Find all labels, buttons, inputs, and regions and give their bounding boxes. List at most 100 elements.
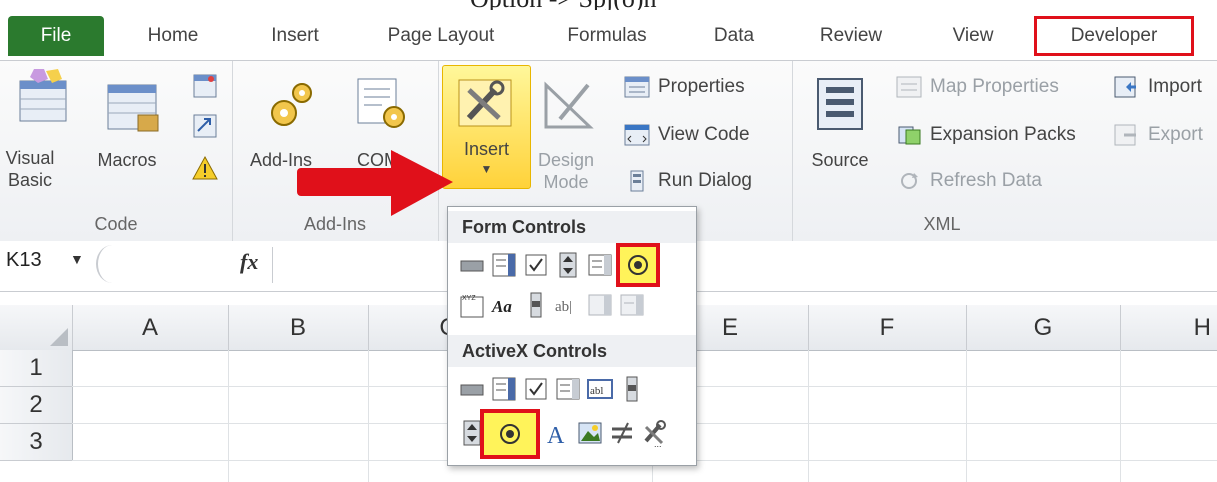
- group-xml: Source Map Properties Expansion Packs Re…: [792, 61, 1217, 241]
- run-dialog-icon: [630, 170, 644, 192]
- export-button[interactable]: Export: [1114, 121, 1203, 149]
- caption-text: Option -> Spj(o)n: [470, 0, 657, 10]
- form-scroll-bar-icon[interactable]: [522, 291, 550, 319]
- view-code-button[interactable]: View Code: [624, 121, 750, 149]
- name-box-dropdown-icon[interactable]: ▼: [70, 251, 84, 267]
- macros-button[interactable]: Macros: [72, 149, 182, 171]
- import-button[interactable]: Import: [1114, 73, 1202, 101]
- import-label: Import: [1148, 76, 1202, 97]
- red-arrow-icon: [297, 150, 453, 216]
- form-text-field-icon[interactable]: ab|: [554, 291, 582, 319]
- insert-controls-button[interactable]: Insert ▼: [442, 65, 531, 189]
- expansion-packs-icon: [898, 126, 921, 145]
- gridline: [228, 350, 229, 482]
- properties-icon: [624, 76, 650, 98]
- activex-command-button-icon[interactable]: [458, 375, 486, 403]
- svg-text:A: A: [547, 423, 565, 447]
- record-macro-icon[interactable]: [192, 73, 218, 99]
- visual-basic-button[interactable]: Visual Basic: [0, 147, 60, 191]
- column-header-g[interactable]: G: [966, 305, 1121, 350]
- tab-data[interactable]: Data: [700, 16, 768, 56]
- map-properties-icon: [896, 76, 922, 98]
- activex-label-icon[interactable]: A: [544, 419, 572, 447]
- formula-bar-separator: [272, 247, 273, 283]
- run-dialog-button[interactable]: Run Dialog: [624, 167, 752, 195]
- insert-controls-dropdown: Form Controls XYZ Aa ab| ActiveX Control…: [447, 206, 697, 466]
- gridline: [1120, 350, 1121, 482]
- macros-icon: [107, 84, 159, 132]
- expansion-packs-button[interactable]: Expansion Packs: [896, 121, 1076, 149]
- properties-button[interactable]: Properties: [624, 73, 745, 101]
- relative-references-icon[interactable]: [192, 113, 218, 139]
- tab-home[interactable]: Home: [128, 16, 218, 56]
- form-option-button-icon[interactable]: [616, 243, 660, 287]
- formula-input[interactable]: [282, 249, 1182, 283]
- form-spin-button-icon[interactable]: [554, 251, 582, 279]
- ribbon-tab-bar: File Home Insert Page Layout Formulas Da…: [0, 10, 1217, 60]
- formula-bar-divider: [96, 245, 128, 283]
- svg-text:...: ...: [654, 439, 662, 447]
- refresh-data-icon: [901, 172, 918, 189]
- form-button-control-icon[interactable]: [458, 251, 486, 279]
- column-header-f[interactable]: F: [808, 305, 967, 350]
- form-checkbox-icon[interactable]: [522, 251, 550, 279]
- group-code: Visual Basic Macros Code: [0, 61, 233, 241]
- map-properties-button[interactable]: Map Properties: [896, 73, 1059, 101]
- import-icon: [1114, 76, 1136, 98]
- column-header-b[interactable]: B: [228, 305, 369, 350]
- corner-triangle-icon: [50, 328, 68, 346]
- insert-dropdown-arrow: ▼: [480, 162, 493, 176]
- tab-developer[interactable]: Developer: [1034, 16, 1194, 56]
- activex-more-controls-icon[interactable]: ...: [640, 419, 668, 447]
- tab-review[interactable]: Review: [805, 16, 897, 56]
- expansion-packs-label: Expansion Packs: [930, 124, 1076, 145]
- tab-page-layout[interactable]: Page Layout: [372, 16, 510, 56]
- form-combo-drop-down-edit-icon[interactable]: [618, 291, 646, 319]
- column-header-a[interactable]: A: [72, 305, 229, 350]
- form-combo-box-icon[interactable]: [490, 251, 518, 279]
- activex-spin-button-icon[interactable]: [458, 419, 486, 447]
- svg-text:XYZ: XYZ: [462, 295, 476, 302]
- tab-view[interactable]: View: [940, 16, 1006, 56]
- source-button[interactable]: Source: [798, 149, 882, 171]
- macro-security-icon[interactable]: [192, 155, 218, 181]
- gridline: [966, 350, 967, 482]
- column-header-h[interactable]: H: [1120, 305, 1217, 350]
- name-box[interactable]: K13: [6, 249, 42, 272]
- svg-text:Aa: Aa: [491, 297, 512, 316]
- view-code-label: View Code: [658, 124, 750, 145]
- group-label-code: Code: [94, 214, 138, 234]
- tab-formulas[interactable]: Formulas: [548, 16, 666, 56]
- refresh-data-label: Refresh Data: [930, 170, 1042, 191]
- design-mode-button[interactable]: Design Mode: [530, 149, 602, 193]
- form-combo-list-edit-icon[interactable]: [586, 291, 614, 319]
- activex-toggle-button-icon[interactable]: [608, 419, 636, 447]
- row-header-1[interactable]: 1: [0, 350, 73, 387]
- row-header-2[interactable]: 2: [0, 387, 73, 424]
- group-label-xml: XML: [923, 214, 961, 234]
- activex-scroll-bar-icon[interactable]: [618, 375, 646, 403]
- form-list-box-icon[interactable]: [586, 251, 614, 279]
- tab-insert[interactable]: Insert: [252, 16, 338, 56]
- activex-option-button-icon[interactable]: [480, 409, 540, 459]
- activex-combo-box-icon[interactable]: [490, 375, 518, 403]
- form-group-box-icon[interactable]: XYZ: [458, 291, 486, 319]
- design-mode-icon: [544, 81, 594, 129]
- export-label: Export: [1148, 124, 1203, 145]
- gridline: [368, 350, 369, 482]
- svg-text:abl: abl: [590, 385, 603, 397]
- tab-file[interactable]: File: [8, 16, 104, 56]
- svg-text:ab|: ab|: [555, 299, 572, 315]
- row-header-3[interactable]: 3: [0, 424, 73, 461]
- refresh-data-button[interactable]: Refresh Data: [896, 167, 1042, 195]
- activex-list-box-icon[interactable]: [554, 375, 582, 403]
- map-properties-label: Map Properties: [930, 76, 1059, 97]
- form-label-icon[interactable]: Aa: [490, 291, 518, 319]
- activex-controls-heading: ActiveX Controls: [448, 335, 696, 367]
- activex-text-box-icon[interactable]: abl: [586, 375, 614, 403]
- insert-label: Insert: [463, 139, 510, 159]
- select-all-corner[interactable]: [0, 305, 73, 350]
- activex-image-icon[interactable]: [576, 419, 604, 447]
- activex-checkbox-icon[interactable]: [522, 375, 550, 403]
- insert-function-icon[interactable]: fx: [240, 249, 258, 275]
